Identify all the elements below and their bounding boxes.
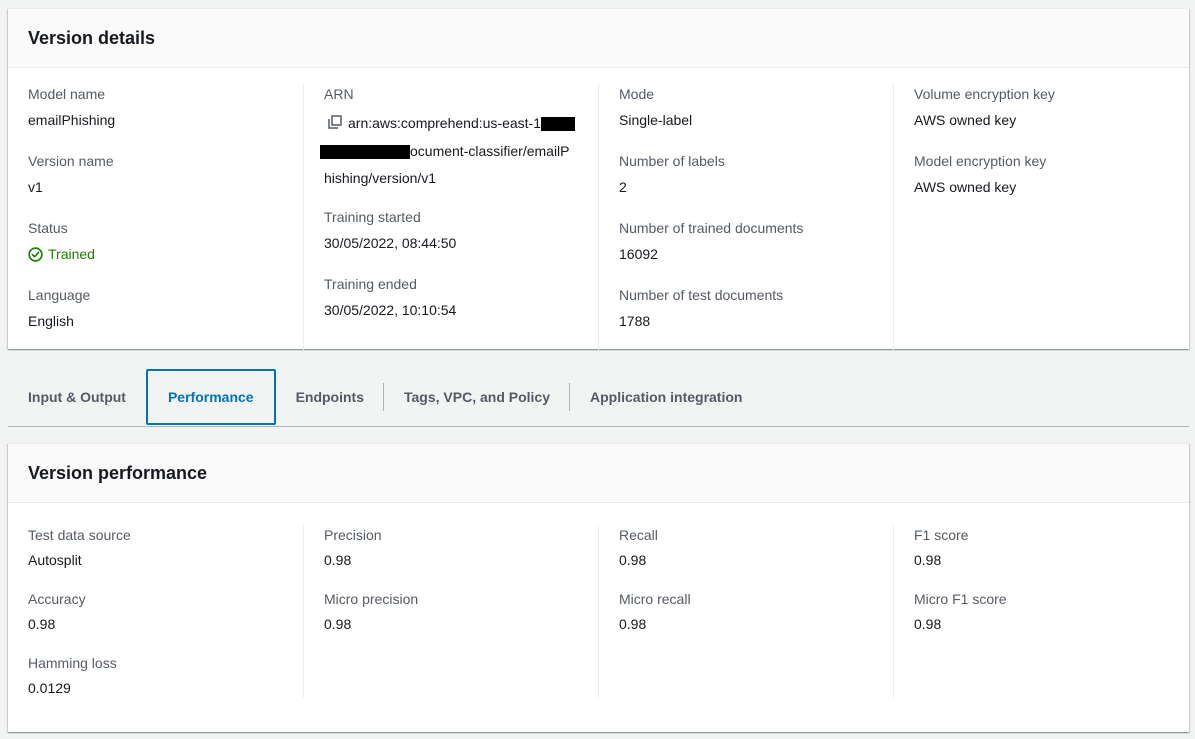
accuracy-value: 0.98 — [28, 616, 56, 632]
tab-endpoints[interactable]: Endpoints — [276, 369, 385, 425]
details-column-4: Volume encryption key AWS owned key Mode… — [893, 84, 1188, 352]
trained-documents-label: Number of trained documents — [619, 220, 804, 236]
training-ended-label: Training ended — [324, 275, 417, 292]
version-name-label: Version name — [28, 153, 114, 169]
arn-text-end: hishing/version/v1 — [324, 169, 437, 186]
tab-input-output[interactable]: Input & Output — [8, 369, 146, 425]
version-performance-panel: Version performance Test data source Aut… — [8, 443, 1189, 732]
precision-label: Precision — [324, 527, 382, 543]
details-column-1: Model name emailPhishing Version name v1… — [8, 84, 303, 352]
check-circle-icon — [28, 246, 43, 262]
performance-column-3: Recall 0.98 Micro recall 0.98 — [598, 525, 893, 698]
tab-application-integration[interactable]: Application integration — [570, 369, 762, 425]
test-data-source-value: Autosplit — [28, 552, 82, 568]
redaction-block — [320, 145, 410, 160]
test-data-source-label: Test data source — [28, 527, 131, 543]
status-label: Status — [28, 220, 68, 236]
mode-label: Mode — [619, 86, 655, 102]
micro-precision-value: 0.98 — [324, 616, 352, 632]
hamming-loss-label: Hamming loss — [28, 655, 117, 671]
model-name-value: emailPhishing — [28, 112, 116, 128]
performance-column-1: Test data source Autosplit Accuracy 0.98… — [8, 525, 303, 698]
language-value: English — [28, 313, 74, 329]
micro-precision-label: Micro precision — [324, 591, 419, 607]
redaction-block — [541, 117, 575, 132]
tab-tags-vpc-policy[interactable]: Tags, VPC, and Policy — [384, 369, 571, 425]
volume-key-label: Volume encryption key — [914, 86, 1055, 102]
performance-column-4: F1 score 0.98 Micro F1 score 0.98 — [893, 525, 1188, 698]
test-documents-value: 1788 — [619, 313, 651, 329]
language-label: Language — [28, 287, 91, 303]
details-column-2: ARN arn:aws:comprehend:us-east-1 ocument… — [303, 84, 598, 352]
tab-bar: Input & Output Performance Endpoints Tag… — [8, 368, 1189, 427]
micro-recall-label: Micro recall — [619, 591, 691, 607]
version-name-value: v1 — [28, 179, 43, 195]
version-performance-title: Version performance — [8, 444, 1189, 503]
copy-icon[interactable] — [328, 111, 342, 138]
number-of-labels-label: Number of labels — [619, 153, 725, 169]
micro-f1-score-label: Micro F1 score — [914, 591, 1007, 607]
trained-documents-value: 16092 — [619, 246, 658, 262]
performance-column-2: Precision 0.98 Micro precision 0.98 — [303, 525, 598, 698]
accuracy-label: Accuracy — [28, 591, 86, 607]
f1-score-label: F1 score — [914, 527, 969, 543]
volume-key-value: AWS owned key — [914, 112, 1017, 128]
hamming-loss-value: 0.0129 — [28, 680, 71, 696]
model-name-label: Model name — [28, 86, 106, 102]
arn-value: arn:aws:comprehend:us-east-1 ocument-cla… — [320, 110, 578, 192]
status-badge: Trained — [28, 244, 283, 264]
training-started-value: 30/05/2022, 08:44:50 — [324, 234, 457, 251]
version-details-title: Version details — [8, 9, 1189, 68]
arn-label: ARN — [324, 86, 354, 102]
recall-label: Recall — [619, 527, 658, 543]
details-column-3: Mode Single-label Number of labels 2 Num… — [598, 84, 893, 352]
f1-score-value: 0.98 — [914, 552, 942, 568]
status-value: Trained — [48, 246, 95, 262]
model-key-label: Model encryption key — [914, 153, 1047, 169]
test-documents-label: Number of test documents — [619, 287, 784, 303]
training-started-label: Training started — [324, 208, 421, 225]
precision-value: 0.98 — [324, 552, 352, 568]
arn-text-start: arn:aws:comprehend:us-east-1 — [348, 115, 541, 131]
tab-performance[interactable]: Performance — [145, 369, 276, 425]
version-details-panel: Version details Model name emailPhishing… — [8, 8, 1189, 352]
micro-recall-value: 0.98 — [619, 616, 647, 632]
model-key-value: AWS owned key — [914, 179, 1017, 195]
mode-value: Single-label — [619, 112, 693, 128]
training-ended-value: 30/05/2022, 10:10:54 — [324, 301, 457, 318]
arn-text-mid: ocument-classifier/emailP — [410, 142, 570, 159]
micro-f1-score-value: 0.98 — [914, 616, 942, 632]
recall-value: 0.98 — [619, 552, 647, 568]
number-of-labels-value: 2 — [619, 179, 627, 195]
